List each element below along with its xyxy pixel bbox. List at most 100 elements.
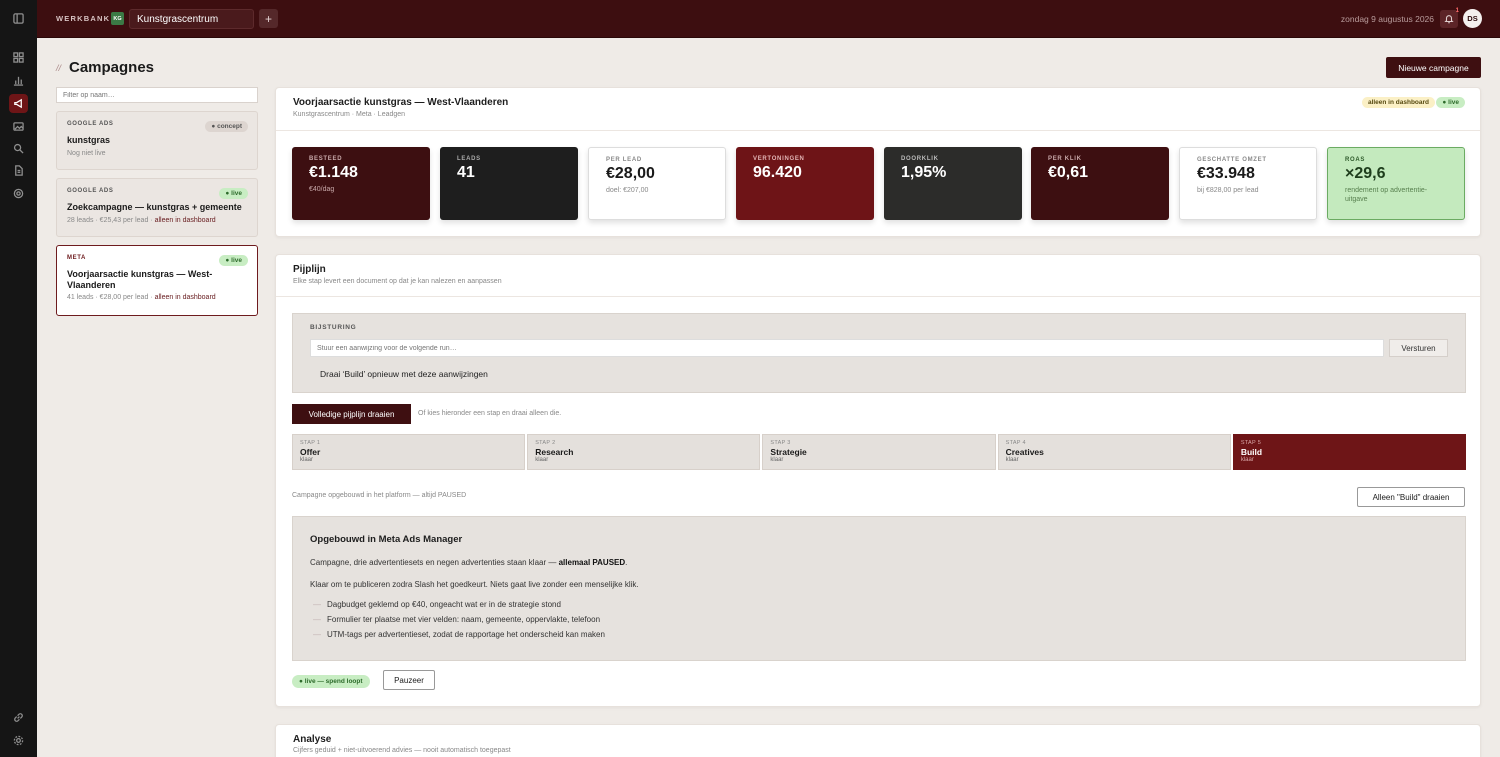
icon-rail — [0, 0, 37, 757]
campaign-item-selected[interactable]: META ● live Voorjaarsactie kunstgras — W… — [56, 245, 258, 316]
campaign-name: Zoekcampagne — kunstgras + gemeente — [67, 202, 242, 212]
analysis-panel: Analyse Cijfers geduid + niet-uitvoerend… — [275, 724, 1481, 757]
step-build[interactable]: STAP 5 Build klaar — [1232, 434, 1467, 470]
campaign-meta: 41 leads · €28,00 per lead · alleen in d… — [67, 294, 247, 301]
metric-label: PER LEAD — [606, 157, 642, 163]
step-research[interactable]: STAP 2 Research klaar — [527, 434, 761, 470]
step-creatives[interactable]: STAP 4 Creatives klaar — [997, 434, 1231, 470]
pipeline-subtitle: Elke stap levert een document op dat je … — [293, 278, 502, 285]
filter-input[interactable] — [56, 87, 258, 103]
metric-ctr: DOORKLIK 1,95% — [884, 147, 1022, 220]
step-status: klaar — [535, 457, 549, 463]
bell-icon — [1444, 15, 1454, 24]
step-name: Creatives — [1005, 446, 1044, 457]
build-result-box: Opgebouwd in Meta Ads Manager Campagne, … — [292, 516, 1466, 661]
top-bar: WERKBANK KG Kunstgrascentrum + zondag 9 … — [37, 0, 1500, 38]
campaign-title: Voorjaarsactie kunstgras — West-Vlaander… — [293, 97, 509, 108]
step-strategie[interactable]: STAP 3 Strategie klaar — [762, 434, 996, 470]
status-badge: ● concept — [205, 121, 248, 132]
step-status: klaar — [1005, 457, 1019, 463]
step-offer[interactable]: STAP 1 Offer klaar — [292, 434, 526, 470]
link-icon[interactable] — [9, 708, 28, 727]
list-item: — UTM-tags per advertentieset, zodat de r… — [310, 630, 1448, 639]
steering-box: BIJSTURING Versturen Draai ‘Build’ opnie… — [292, 313, 1466, 393]
live-spend-badge: ● live — spend loopt — [292, 675, 370, 688]
step-status: klaar — [1240, 457, 1254, 463]
metric-sub: rendement op advertentie-uitgave — [1345, 187, 1428, 203]
list-item-text: Dagbudget geklemd op €40, ongeacht wat e… — [327, 600, 561, 609]
notifications-button[interactable]: 1 — [1440, 8, 1459, 28]
page-title: Campagnes — [69, 59, 155, 76]
metric-label: VERTONINGEN — [753, 156, 805, 162]
metric-label: PER KLIK — [1048, 156, 1082, 162]
steering-label: BIJSTURING — [310, 324, 357, 331]
step-name: Research — [535, 446, 574, 457]
campaign-detail-panel: Voorjaarsactie kunstgras — West-Vlaander… — [275, 87, 1481, 237]
campaign-item[interactable]: GOOGLE ADS ● concept kunstgras Nog niet … — [56, 111, 258, 170]
pipeline-panel: Pijplijn Elke stap levert een document o… — [275, 254, 1481, 707]
divider — [276, 130, 1480, 131]
toggle-sidebar-icon[interactable] — [9, 9, 28, 28]
dashboard-only-label: alleen in dashboard — [154, 216, 216, 224]
title-decoration: // — [56, 63, 62, 73]
run-build-only-button[interactable]: Alleen "Build" draaien — [1357, 487, 1465, 507]
target-icon[interactable] — [9, 184, 28, 203]
build-note: Campagne opgebouwd in het platform — alt… — [292, 492, 467, 499]
metric-label: LEADS — [457, 156, 481, 162]
dashboard-only-label: alleen in dashboard — [154, 294, 216, 301]
instruction-input[interactable] — [310, 339, 1384, 357]
list-item-text: Formulier ter plaatse met vier velden: n… — [327, 615, 601, 624]
rerun-build-option[interactable]: Draai ‘Build’ opnieuw met deze aanwijzin… — [320, 369, 488, 379]
campaign-name: kunstgras — [67, 135, 111, 145]
notification-count: 1 — [1455, 8, 1459, 14]
workspace-selector[interactable]: Kunstgrascentrum — [129, 9, 254, 29]
new-campaign-button[interactable]: Nieuwe campagne — [1386, 57, 1481, 78]
step-number: STAP 1 — [300, 440, 321, 446]
megaphone-icon[interactable] — [9, 94, 28, 113]
metric-label: ROAS — [1345, 157, 1366, 163]
result-paragraph: Campagne, drie advertentiesets en negen … — [310, 558, 1448, 567]
metric-value: ×29,6 — [1345, 165, 1386, 182]
campaign-item[interactable]: GOOGLE ADS ● live Zoekcampagne — kunstgr… — [56, 178, 258, 237]
metric-sub: €40/dag — [309, 186, 335, 193]
dashboard-only-badge: alleen in dashboard — [1361, 97, 1435, 108]
metric-value: €28,00 — [606, 165, 655, 182]
metric-impressions: VERTONINGEN 96.420 — [736, 147, 874, 220]
grid-icon[interactable] — [9, 48, 28, 67]
campaign-meta: Nog niet live — [67, 149, 106, 157]
run-full-pipeline-button[interactable]: Volledige pijplijn draaien — [292, 404, 411, 424]
step-name: Strategie — [770, 446, 807, 457]
search-icon[interactable] — [9, 139, 28, 158]
dash-bullet: — — [313, 615, 321, 624]
current-date: zondag 9 augustus 2026 — [1340, 14, 1434, 24]
metric-value: 96.420 — [753, 164, 802, 181]
campaign-subtitle: Kunstgrascentrum · Meta · Leadgen — [293, 111, 406, 118]
pause-button[interactable]: Pauzeer — [383, 670, 435, 690]
step-status: klaar — [300, 457, 314, 463]
metric-label: GESCHATTE OMZET — [1197, 157, 1267, 163]
dash-bullet: — — [313, 600, 321, 609]
result-text-end: . — [625, 558, 628, 567]
avatar[interactable]: DS — [1463, 9, 1482, 28]
result-paragraph: Klaar om te publiceren zodra Slash het g… — [310, 580, 639, 589]
campaign-stats: 41 leads · €28,00 per lead · — [67, 294, 155, 301]
document-icon[interactable] — [9, 161, 28, 180]
send-button[interactable]: Versturen — [1389, 339, 1448, 357]
metric-leads: LEADS 41 — [440, 147, 578, 220]
pipeline-steps: STAP 1 Offer klaar STAP 2 Research klaar… — [292, 434, 1467, 470]
list-item-text: UTM-tags per advertentieset, zodat de ra… — [327, 630, 605, 639]
metric-sub: doel: €207,00 — [606, 187, 649, 194]
divider — [276, 296, 1480, 297]
step-status: klaar — [770, 457, 784, 463]
metric-spent: BESTEED €1.148 €40/dag — [292, 147, 430, 220]
image-icon[interactable] — [9, 117, 28, 136]
bar-chart-icon[interactable] — [9, 71, 28, 90]
metric-label: BESTEED — [309, 156, 343, 162]
gear-icon[interactable] — [9, 731, 28, 750]
metric-per-lead: PER LEAD €28,00 doel: €207,00 — [588, 147, 726, 220]
add-workspace-button[interactable]: + — [259, 9, 278, 28]
workspace-badge: KG — [111, 12, 124, 25]
metric-revenue: GESCHATTE OMZET €33.948 bij €828,00 per … — [1179, 147, 1317, 220]
live-badge: ● live — [1436, 97, 1465, 108]
metric-value: €1.148 — [309, 164, 358, 181]
